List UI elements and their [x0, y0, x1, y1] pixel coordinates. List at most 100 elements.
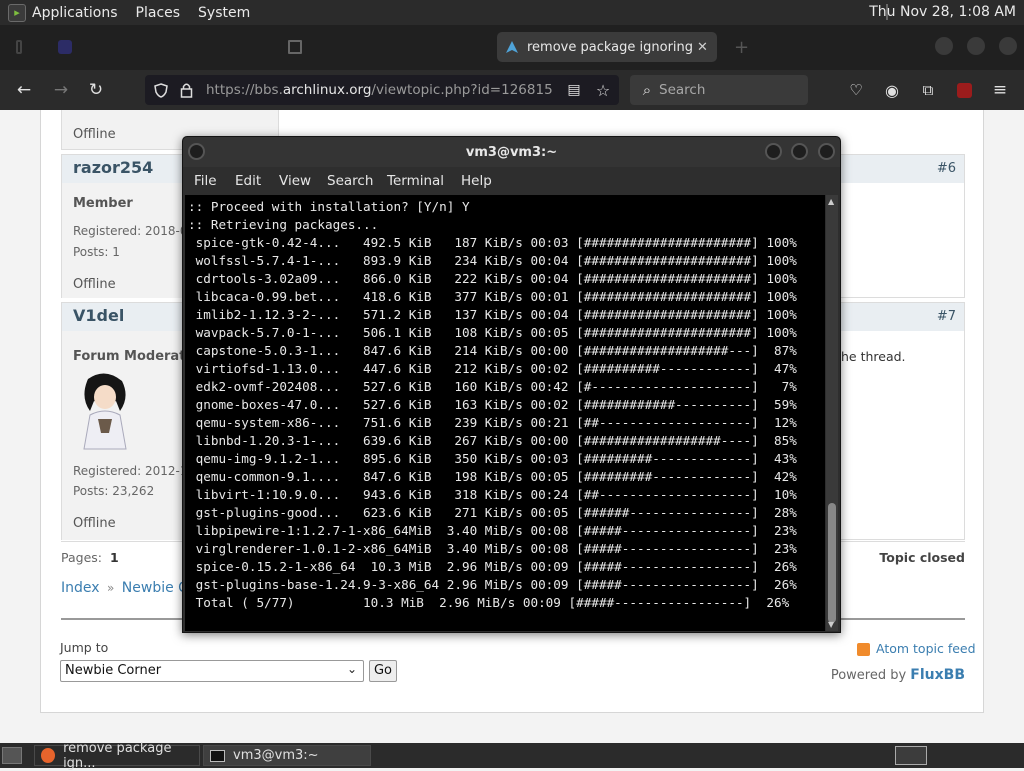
terminal-minimize-button[interactable] [765, 143, 782, 160]
workspace-switcher[interactable] [895, 746, 927, 765]
clock[interactable]: Thu Nov 28, 1:08 AM [869, 4, 1016, 20]
terminal-line: qemu-common-9.1.... 847.6 KiB 198 KiB/s … [188, 469, 797, 484]
terminal-menu-view[interactable]: View [279, 173, 311, 189]
terminal-title: vm3@vm3:~ [465, 145, 558, 160]
places-menu[interactable]: Places [136, 5, 181, 21]
terminal-scrollbar-thumb[interactable] [828, 503, 836, 623]
taskbar-item-browser[interactable]: remove package ign... [34, 741, 200, 771]
applications-menu-icon[interactable]: ▸ [8, 3, 26, 22]
breadcrumb: Index » Newbie Co [61, 580, 197, 596]
search-placeholder: Search [659, 82, 706, 98]
post-7-number[interactable]: #7 [937, 309, 956, 324]
minimize-window-button[interactable] [935, 37, 953, 55]
tab-background-2[interactable] [280, 32, 485, 62]
system-menu[interactable]: System [198, 5, 250, 21]
terminal-close-button[interactable] [818, 143, 835, 160]
terminal-line: :: Proceed with installation? [Y/n] Y [188, 199, 470, 214]
scroll-down-icon[interactable]: ▼ [828, 620, 834, 629]
terminal-line: cdrtools-3.02a09... 866.0 KiB 222 KiB/s … [188, 271, 797, 286]
terminal-menu-file[interactable]: File [194, 173, 217, 189]
show-desktop-icon[interactable] [2, 747, 22, 764]
jump-to-value: Newbie Corner [65, 663, 162, 678]
scroll-up-icon[interactable]: ▲ [828, 197, 834, 206]
post-6-author[interactable]: razor254 [73, 158, 153, 177]
terminal-output: :: Proceed with installation? [Y/n] Y:: … [185, 195, 825, 612]
terminal-titlebar[interactable]: vm3@vm3:~ [183, 137, 840, 167]
tab-title: remove package ignoring d [527, 39, 693, 55]
page-number: 1 [110, 550, 119, 565]
url-path: /viewtopic.php?id=126815 [371, 82, 553, 98]
ublock-icon[interactable] [953, 79, 975, 101]
maximize-window-button[interactable] [967, 37, 985, 55]
post-7-status: Offline [73, 516, 116, 531]
terminal-line: Total ( 5/77) 10.3 MiB 2.96 MiB/s 00:09 … [188, 595, 790, 610]
breadcrumb-index[interactable]: Index [61, 580, 100, 596]
search-bar[interactable]: ⌕ Search [630, 75, 808, 105]
terminal-line: qemu-img-9.1.2-1... 895.6 KiB 350 KiB/s … [188, 451, 797, 466]
search-icon: ⌕ [642, 81, 652, 99]
taskbar-item-terminal-label: vm3@vm3:~ [233, 748, 319, 763]
terminal-line: libnbd-1.20.3-1-... 639.6 KiB 267 KiB/s … [188, 433, 797, 448]
terminal-line: spice-gtk-0.42-4... 492.5 KiB 187 KiB/s … [188, 235, 797, 250]
terminal-line: libvirt-1:10.9.0... 943.6 KiB 318 KiB/s … [188, 487, 797, 502]
extensions-icon[interactable]: ⧉ [917, 79, 939, 101]
post-6-role: Member [73, 196, 133, 211]
post-6-posts: Posts: 1 [73, 245, 120, 259]
terminal-window[interactable]: vm3@vm3:~ File Edit View Search Terminal… [182, 136, 841, 633]
post-7-registered: Registered: 2012-10- [73, 464, 200, 478]
terminal-menubar: File Edit View Search Terminal Help [183, 167, 840, 195]
url-text: https://bbs.archlinux.org/viewtopic.php?… [206, 82, 553, 98]
terminal-menu-terminal[interactable]: Terminal [387, 173, 444, 189]
post-7-posts: Posts: 23,262 [73, 484, 155, 498]
terminal-maximize-button[interactable] [791, 143, 808, 160]
tab-background-1[interactable] [50, 32, 265, 62]
tab-close-icon[interactable]: ✕ [697, 40, 708, 55]
shield-icon[interactable] [154, 83, 168, 98]
terminal-menu-edit[interactable]: Edit [235, 173, 261, 189]
close-window-button[interactable] [999, 37, 1017, 55]
go-button[interactable]: Go [369, 660, 397, 682]
terminal-menu-help[interactable]: Help [461, 173, 492, 189]
jump-to-select[interactable]: Newbie Corner ⌄ [60, 660, 364, 682]
rss-icon [857, 643, 870, 656]
account-icon[interactable]: ◉ [881, 79, 903, 101]
terminal-menu-search[interactable]: Search [327, 173, 373, 189]
taskbar: remove package ign... vm3@vm3:~ [0, 741, 1024, 771]
back-icon[interactable]: ← [13, 79, 35, 101]
terminal-line: capstone-5.0.3-1... 847.6 KiB 214 KiB/s … [188, 343, 797, 358]
forward-icon[interactable]: → [50, 79, 72, 101]
bookmark-star-icon[interactable]: ☆ [592, 79, 614, 101]
avatar [83, 373, 127, 450]
terminal-line: edk2-ovmf-202408... 527.6 KiB 160 KiB/s … [188, 379, 797, 394]
lock-icon[interactable] [180, 82, 193, 98]
pages-label: Pages: [61, 550, 102, 565]
post-7-body: he thread. [841, 349, 906, 364]
tab-active[interactable]: remove package ignoring d ✕ [497, 32, 717, 62]
reload-icon[interactable]: ↻ [85, 79, 107, 101]
terminal-line: gnome-boxes-47.0... 527.6 KiB 163 KiB/s … [188, 397, 797, 412]
powered-by: Powered by FluxBB [831, 667, 965, 683]
atom-feed-link[interactable]: Atom topic feed [876, 641, 976, 656]
reader-view-icon[interactable]: ▤ [563, 79, 585, 101]
terminal-line: wavpack-5.7.0-1-... 506.1 KiB 108 KiB/s … [188, 325, 797, 340]
terminal-screen[interactable]: :: Proceed with installation? [Y/n] Y:: … [185, 195, 825, 631]
topic-closed-label: Topic closed [879, 550, 965, 565]
fluxbb-link[interactable]: FluxBB [910, 667, 965, 683]
new-tab-button[interactable]: + [726, 32, 748, 62]
terminal-line: gst-plugins-base-1.24.9-3-x86_64 2.96 Mi… [188, 577, 797, 592]
jump-to-label: Jump to [60, 640, 109, 655]
post-6-number[interactable]: #6 [937, 161, 956, 176]
terminal-line: :: Retrieving packages... [188, 217, 379, 232]
post-6-registered: Registered: 2018-05- [73, 224, 200, 238]
browser-tab-bar: remove package ignoring d ✕ + [0, 25, 1024, 70]
url-domain: archlinux.org [282, 82, 372, 98]
applications-menu[interactable]: Applications [32, 5, 118, 21]
terminal-scrollbar[interactable]: ▲ ▼ [826, 195, 838, 631]
menu-icon[interactable]: ≡ [989, 79, 1011, 101]
taskbar-item-terminal[interactable]: vm3@vm3:~ [203, 745, 371, 766]
post-7-author[interactable]: V1del [73, 306, 124, 325]
pocket-icon[interactable]: ♡ [845, 79, 867, 101]
archlinux-favicon-icon [506, 41, 518, 53]
firefox-view-tab[interactable] [8, 32, 38, 62]
url-bar[interactable]: https://bbs.archlinux.org/viewtopic.php?… [145, 75, 619, 105]
